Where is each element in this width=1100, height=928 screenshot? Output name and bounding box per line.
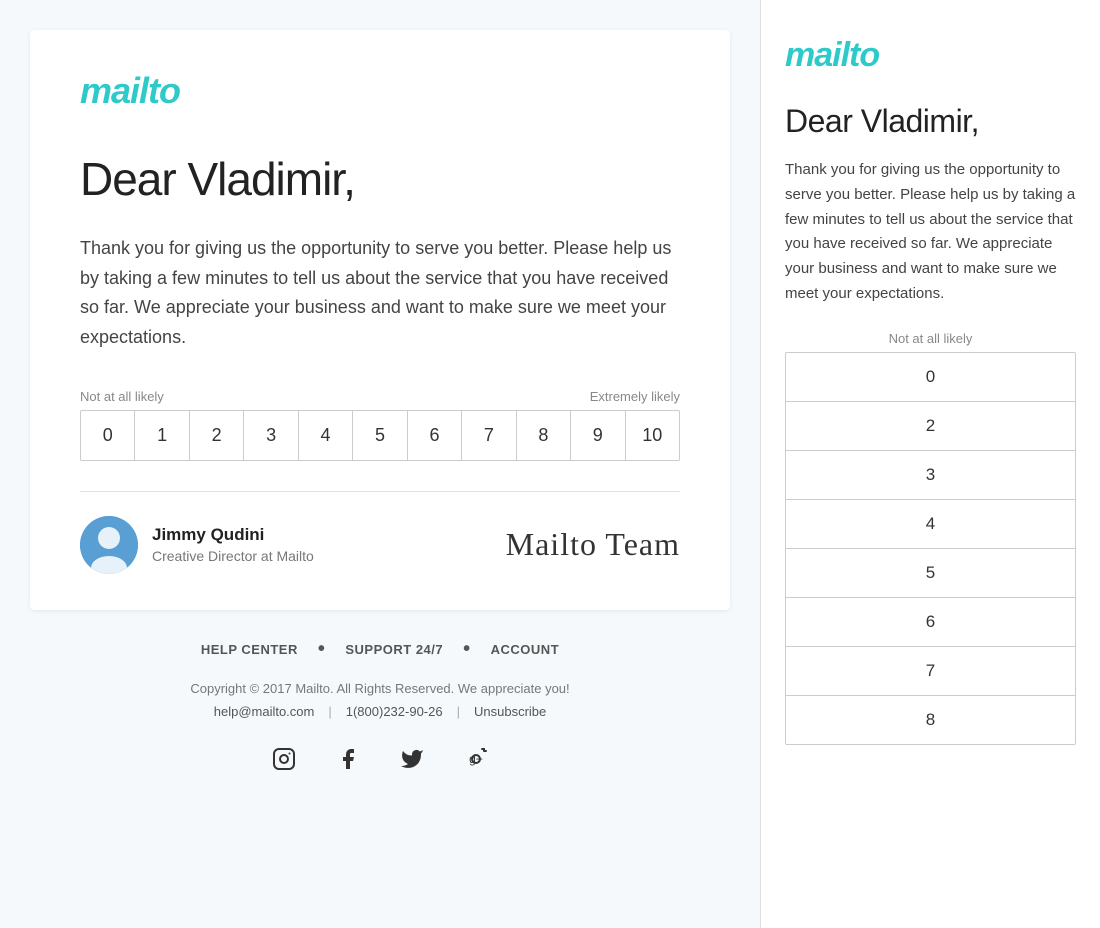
- facebook-icon[interactable]: [336, 747, 360, 777]
- footer-email[interactable]: help@mailto.com: [214, 704, 315, 719]
- scale-list-item-3[interactable]: 3: [786, 451, 1075, 500]
- footer-nav: HELP CENTER • SUPPORT 24/7 • ACCOUNT: [30, 638, 730, 661]
- scale-label-left: Not at all likely: [80, 389, 164, 404]
- sender-name: Jimmy Qudini: [152, 525, 314, 545]
- social-icons: g+: [30, 747, 730, 777]
- scale-cell-3[interactable]: 3: [244, 411, 298, 460]
- signature: Mailto Team: [506, 526, 680, 563]
- scale-list-item-4[interactable]: 4: [786, 500, 1075, 549]
- footer-link-support[interactable]: SUPPORT 24/7: [345, 642, 443, 657]
- scale-cell-6[interactable]: 6: [408, 411, 462, 460]
- body-text-left: Thank you for giving us the opportunity …: [80, 234, 680, 353]
- scale-cell-10[interactable]: 10: [626, 411, 679, 460]
- greeting-right: Dear Vladimir,: [785, 103, 1076, 140]
- footer-dot-2: •: [463, 638, 471, 661]
- footer: HELP CENTER • SUPPORT 24/7 • ACCOUNT Cop…: [30, 610, 730, 807]
- footer-link-account[interactable]: ACCOUNT: [491, 642, 560, 657]
- divider: [80, 491, 680, 492]
- email-card: mailto Dear Vladimir, Thank you for givi…: [30, 30, 730, 610]
- scale-list-item-6[interactable]: 6: [786, 598, 1075, 647]
- footer-sep-1: |: [328, 704, 331, 719]
- scale-label-right: Not at all likely: [785, 331, 1076, 346]
- logo-right: mailto: [785, 36, 1076, 75]
- scale-labels: Not at all likely Extremely likely: [80, 389, 680, 404]
- twitter-icon[interactable]: [400, 747, 424, 777]
- scale-cell-0[interactable]: 0: [81, 411, 135, 460]
- greeting-left: Dear Vladimir,: [80, 152, 680, 206]
- scale-list-item-8[interactable]: 8: [786, 696, 1075, 744]
- footer-dot-1: •: [318, 638, 326, 661]
- scale-list-item-5[interactable]: 5: [786, 549, 1075, 598]
- footer-link-help[interactable]: HELP CENTER: [201, 642, 298, 657]
- sender-details: Jimmy Qudini Creative Director at Mailto: [152, 525, 314, 564]
- footer-copyright: Copyright © 2017 Mailto. All Rights Rese…: [30, 681, 730, 696]
- footer-contact: help@mailto.com | 1(800)232-90-26 | Unsu…: [30, 704, 730, 719]
- scale-cell-4[interactable]: 4: [299, 411, 353, 460]
- right-panel: mailto Dear Vladimir, Thank you for givi…: [760, 0, 1100, 928]
- sender-title: Creative Director at Mailto: [152, 548, 314, 564]
- scale-cell-9[interactable]: 9: [571, 411, 625, 460]
- footer-unsubscribe[interactable]: Unsubscribe: [474, 704, 546, 719]
- scale-cell-7[interactable]: 7: [462, 411, 516, 460]
- scale-cell-2[interactable]: 2: [190, 411, 244, 460]
- footer-phone[interactable]: 1(800)232-90-26: [346, 704, 443, 719]
- scale-cell-1[interactable]: 1: [135, 411, 189, 460]
- scale-label-right: Extremely likely: [590, 389, 680, 404]
- instagram-icon[interactable]: [272, 747, 296, 777]
- logo-left: mailto: [80, 70, 680, 112]
- svg-text:g+: g+: [469, 752, 483, 766]
- body-text-right: Thank you for giving us the opportunity …: [785, 158, 1076, 307]
- scale-list-item-2[interactable]: 2: [786, 402, 1075, 451]
- sender-info: Jimmy Qudini Creative Director at Mailto: [80, 516, 314, 574]
- scale-cell-8[interactable]: 8: [517, 411, 571, 460]
- footer-sep-2: |: [457, 704, 460, 719]
- google-plus-icon[interactable]: g+: [464, 747, 488, 777]
- scale-list-item-7[interactable]: 7: [786, 647, 1075, 696]
- scale-list: 02345678: [785, 352, 1076, 745]
- left-panel: mailto Dear Vladimir, Thank you for givi…: [0, 0, 760, 928]
- sender-row: Jimmy Qudini Creative Director at Mailto…: [80, 516, 680, 610]
- scale-cell-5[interactable]: 5: [353, 411, 407, 460]
- scale-row: 012345678910: [80, 410, 680, 461]
- avatar: [80, 516, 138, 574]
- scale-list-item-0[interactable]: 0: [786, 353, 1075, 402]
